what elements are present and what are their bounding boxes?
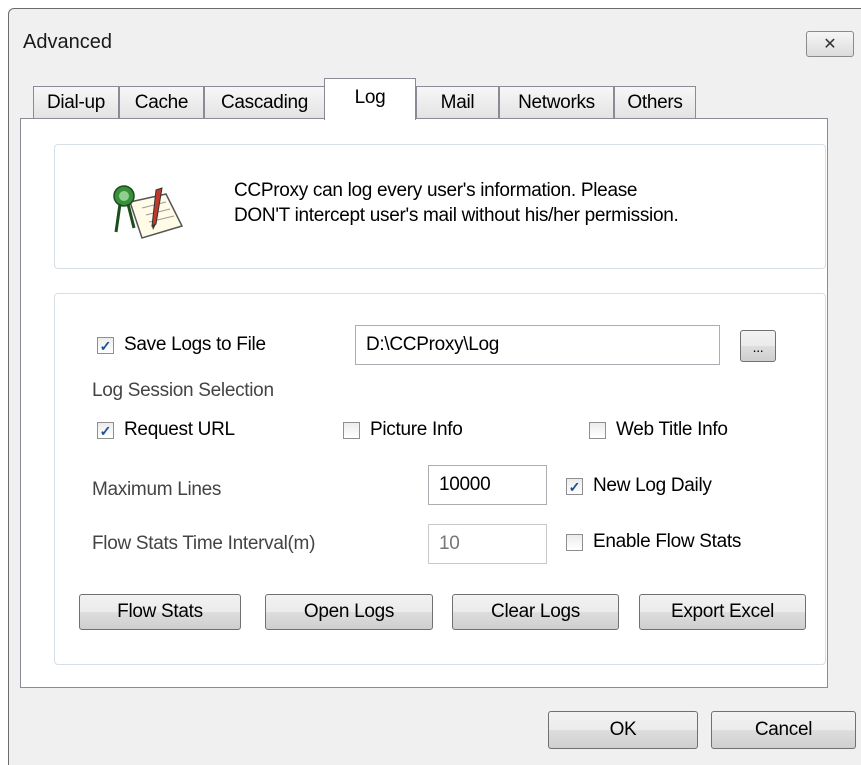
enable-flow-stats-label: Enable Flow Stats [593,531,742,552]
request-url-label: Request URL [124,419,235,440]
tab-others[interactable]: Others [614,86,696,118]
info-line-1: CCProxy can log every user's information… [234,180,638,201]
info-message: CCProxy can log every user's information… [234,178,679,228]
web-title-info-checkbox[interactable] [589,422,606,439]
maximum-lines-input[interactable]: 10000 [428,465,547,505]
new-log-daily-label: New Log Daily [593,475,712,496]
enable-flow-stats-checkbox[interactable] [566,534,583,551]
tab-label: Networks [518,91,595,113]
tab-label: Dial-up [46,91,106,113]
browse-button[interactable]: ... [740,330,776,362]
ok-button[interactable]: OK [548,711,698,749]
web-title-info-label: Web Title Info [616,419,728,440]
tab-networks[interactable]: Networks [499,86,614,118]
tab-label: Mail [440,91,475,113]
log-path-input[interactable]: D:\CCProxy\Log [355,325,720,365]
tab-label: Cascading [220,91,309,113]
close-button[interactable]: ✕ [806,31,854,57]
open-logs-button[interactable]: Open Logs [265,594,433,630]
tab-cache[interactable]: Cache [119,86,204,118]
session-selection-heading: Log Session Selection [92,380,274,401]
info-line-2: DON'T intercept user's mail without his/… [234,205,679,226]
tab-mail[interactable]: Mail [416,86,499,118]
maximum-lines-label: Maximum Lines [92,479,222,500]
flow-stats-button[interactable]: Flow Stats [79,594,241,630]
tab-label: Log [354,87,386,108]
flow-interval-input[interactable]: 10 [428,524,547,564]
close-icon: ✕ [823,36,837,53]
picture-info-checkbox[interactable] [343,422,360,439]
tab-cascading[interactable]: Cascading [204,86,325,118]
flow-interval-label: Flow Stats Time Interval(m) [92,533,316,554]
log-notepad-icon [113,185,184,239]
window-title: Advanced [23,31,112,53]
title-bar[interactable]: Advanced ✕ [9,9,861,79]
request-url-checkbox[interactable]: ✓ [97,422,114,439]
export-excel-button[interactable]: Export Excel [639,594,806,630]
tab-label: Cache [134,91,189,113]
tab-log[interactable]: Log [324,78,416,120]
save-logs-checkbox[interactable]: ✓ [97,337,114,354]
cancel-button[interactable]: Cancel [711,711,856,749]
picture-info-label: Picture Info [370,419,463,440]
clear-logs-button[interactable]: Clear Logs [452,594,619,630]
tab-label: Others [627,91,683,113]
tab-dial-up[interactable]: Dial-up [33,86,119,118]
new-log-daily-checkbox[interactable]: ✓ [566,478,583,495]
save-logs-label: Save Logs to File [124,334,266,355]
